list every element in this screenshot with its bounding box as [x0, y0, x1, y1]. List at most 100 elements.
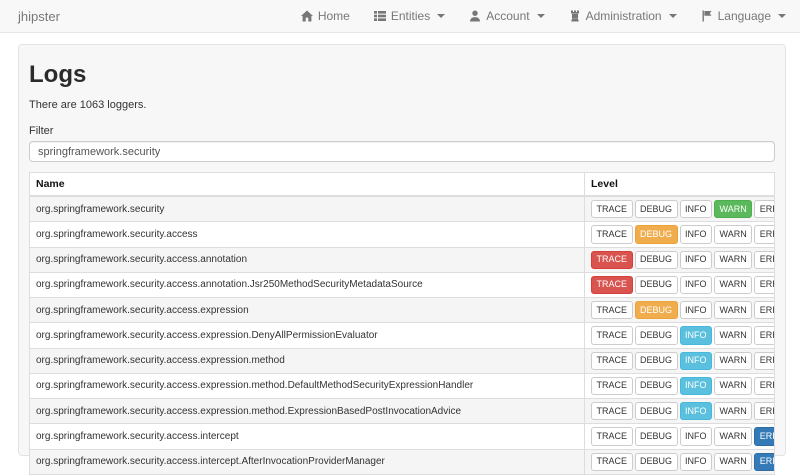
level-button-trace[interactable]: TRACE — [591, 377, 633, 395]
level-button-debug[interactable]: DEBUG — [635, 251, 678, 269]
level-button-debug[interactable]: DEBUG — [635, 276, 678, 294]
logger-name: org.springframework.security.access.expr… — [30, 399, 585, 424]
logger-name: org.springframework.security.access.inte… — [30, 449, 585, 474]
column-header-name: Name — [30, 173, 585, 197]
table-row: org.springframework.security.access.expr… — [30, 399, 775, 424]
nav-item-administration[interactable]: Administration — [569, 9, 677, 23]
nav-menu: Home Entities — [301, 9, 786, 23]
level-button-trace[interactable]: TRACE — [591, 225, 633, 243]
level-button-debug[interactable]: DEBUG — [635, 402, 678, 420]
logger-name: org.springframework.security.access.anno… — [30, 247, 585, 272]
level-button-trace[interactable]: TRACE — [591, 301, 633, 319]
user-icon — [469, 10, 481, 22]
level-button-debug[interactable]: DEBUG — [635, 326, 678, 344]
level-button-warn[interactable]: WARN — [714, 225, 752, 243]
level-button-debug[interactable]: DEBUG — [635, 377, 678, 395]
level-button-error[interactable]: ERROR — [754, 377, 774, 395]
level-button-info[interactable]: INFO — [680, 402, 713, 420]
chevron-down-icon — [537, 14, 545, 18]
level-button-info[interactable]: INFO — [680, 352, 713, 370]
level-button-error[interactable]: ERROR — [754, 427, 774, 445]
page-title: Logs — [29, 61, 775, 89]
logger-name: org.springframework.security.access.anno… — [30, 272, 585, 297]
level-button-trace[interactable]: TRACE — [591, 200, 633, 218]
level-button-info[interactable]: INFO — [680, 276, 713, 294]
level-button-warn[interactable]: WARN — [714, 352, 752, 370]
home-icon — [301, 10, 313, 22]
level-button-debug[interactable]: DEBUG — [635, 453, 678, 471]
level-button-warn[interactable]: WARN — [714, 301, 752, 319]
nav-item-account[interactable]: Account — [469, 9, 544, 23]
level-button-error[interactable]: ERROR — [754, 276, 774, 294]
level-button-warn[interactable]: WARN — [714, 276, 752, 294]
logs-table: Name Level org.springframework.securityT… — [29, 172, 775, 475]
level-button-error[interactable]: ERROR — [754, 251, 774, 269]
level-button-error[interactable]: ERROR — [754, 402, 774, 420]
level-button-warn[interactable]: WARN — [714, 251, 752, 269]
level-button-warn[interactable]: WARN — [714, 402, 752, 420]
level-button-trace[interactable]: TRACE — [591, 453, 633, 471]
level-button-debug[interactable]: DEBUG — [635, 427, 678, 445]
level-button-info[interactable]: INFO — [680, 200, 713, 218]
level-button-error[interactable]: ERROR — [754, 326, 774, 344]
chevron-down-icon — [437, 14, 445, 18]
level-button-warn[interactable]: WARN — [714, 377, 752, 395]
level-button-warn[interactable]: WARN — [714, 200, 752, 218]
level-button-error[interactable]: ERROR — [754, 200, 774, 218]
level-button-error[interactable]: ERROR — [754, 301, 774, 319]
level-button-info[interactable]: INFO — [680, 427, 713, 445]
level-button-warn[interactable]: WARN — [714, 427, 752, 445]
level-buttons: TRACEDEBUGINFOWARNERROR — [585, 222, 775, 247]
level-buttons: TRACEDEBUGINFOWARNERROR — [585, 348, 775, 373]
level-buttons: TRACEDEBUGINFOWARNERROR — [585, 196, 775, 222]
logger-name: org.springframework.security — [30, 196, 585, 222]
level-button-warn[interactable]: WARN — [714, 326, 752, 344]
logger-name: org.springframework.security.access.inte… — [30, 424, 585, 449]
table-row: org.springframework.security.access.anno… — [30, 247, 775, 272]
nav-item-home[interactable]: Home — [301, 9, 350, 23]
level-button-trace[interactable]: TRACE — [591, 251, 633, 269]
chevron-down-icon — [778, 14, 786, 18]
column-header-level: Level — [585, 173, 775, 197]
level-button-info[interactable]: INFO — [680, 225, 713, 243]
level-buttons: TRACEDEBUGINFOWARNERROR — [585, 424, 775, 449]
level-buttons: TRACEDEBUGINFOWARNERROR — [585, 272, 775, 297]
level-button-trace[interactable]: TRACE — [591, 427, 633, 445]
level-button-info[interactable]: INFO — [680, 251, 713, 269]
level-button-info[interactable]: INFO — [680, 377, 713, 395]
level-button-info[interactable]: INFO — [680, 301, 713, 319]
level-button-trace[interactable]: TRACE — [591, 326, 633, 344]
level-button-info[interactable]: INFO — [680, 326, 713, 344]
nav-item-entities[interactable]: Entities — [374, 9, 445, 23]
level-button-trace[interactable]: TRACE — [591, 276, 633, 294]
level-button-error[interactable]: ERROR — [754, 453, 774, 471]
filter-input[interactable] — [29, 141, 775, 162]
logger-name: org.springframework.security.access.expr… — [30, 298, 585, 323]
navbar: jhipster Home Entities — [0, 0, 800, 33]
level-buttons: TRACEDEBUGINFOWARNERROR — [585, 399, 775, 424]
level-buttons: TRACEDEBUGINFOWARNERROR — [585, 449, 775, 474]
loggers-count-text: There are 1063 loggers. — [29, 99, 775, 111]
flag-icon — [701, 10, 713, 22]
level-button-info[interactable]: INFO — [680, 453, 713, 471]
table-row: org.springframework.security.accessTRACE… — [30, 222, 775, 247]
table-row: org.springframework.security.access.inte… — [30, 449, 775, 474]
level-button-trace[interactable]: TRACE — [591, 402, 633, 420]
level-buttons: TRACEDEBUGINFOWARNERROR — [585, 373, 775, 398]
brand-link[interactable]: jhipster — [18, 9, 60, 24]
level-button-debug[interactable]: DEBUG — [635, 301, 678, 319]
level-button-debug[interactable]: DEBUG — [635, 352, 678, 370]
level-button-warn[interactable]: WARN — [714, 453, 752, 471]
level-button-error[interactable]: ERROR — [754, 225, 774, 243]
level-button-trace[interactable]: TRACE — [591, 352, 633, 370]
logger-name: org.springframework.security.access — [30, 222, 585, 247]
nav-item-label: Account — [486, 9, 529, 23]
table-row: org.springframework.security.access.expr… — [30, 323, 775, 348]
nav-item-language[interactable]: Language — [701, 9, 786, 23]
level-button-debug[interactable]: DEBUG — [635, 225, 678, 243]
logger-name: org.springframework.security.access.expr… — [30, 348, 585, 373]
level-button-error[interactable]: ERROR — [754, 352, 774, 370]
level-button-debug[interactable]: DEBUG — [635, 200, 678, 218]
logs-panel: Logs There are 1063 loggers. Filter Name… — [18, 44, 786, 456]
chevron-down-icon — [669, 14, 677, 18]
